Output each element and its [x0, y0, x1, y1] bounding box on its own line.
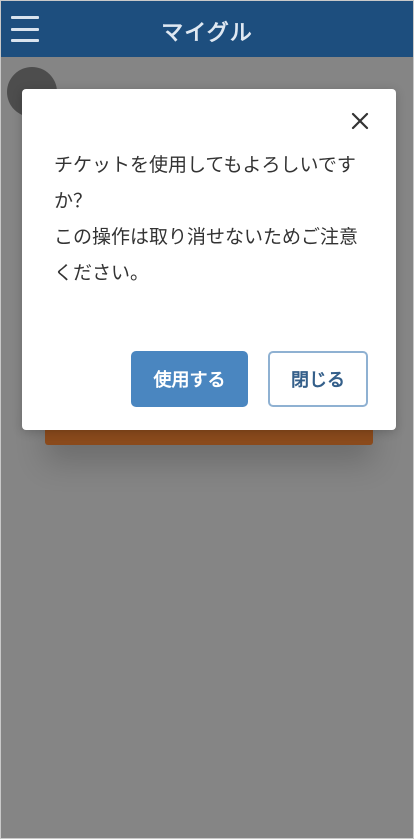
- dialog-message: チケットを使用してもよろしいです か？ この操作は取り消せないためご注意 くださ…: [54, 154, 359, 284]
- close-button[interactable]: 閉じる: [268, 351, 368, 407]
- use-ticket-button[interactable]: 使用する: [131, 351, 248, 407]
- app-title: マイグル: [161, 21, 253, 46]
- confirm-dialog: チケットを使用してもよろしいです か？ この操作は取り消せないためご注意 くださ…: [22, 89, 396, 430]
- app-header: マイグル: [1, 1, 413, 57]
- close-icon[interactable]: [350, 111, 370, 131]
- app-frame: マイグル チケットを使用してもよろしいです か？ この操作は取り消せないためご注…: [0, 0, 414, 839]
